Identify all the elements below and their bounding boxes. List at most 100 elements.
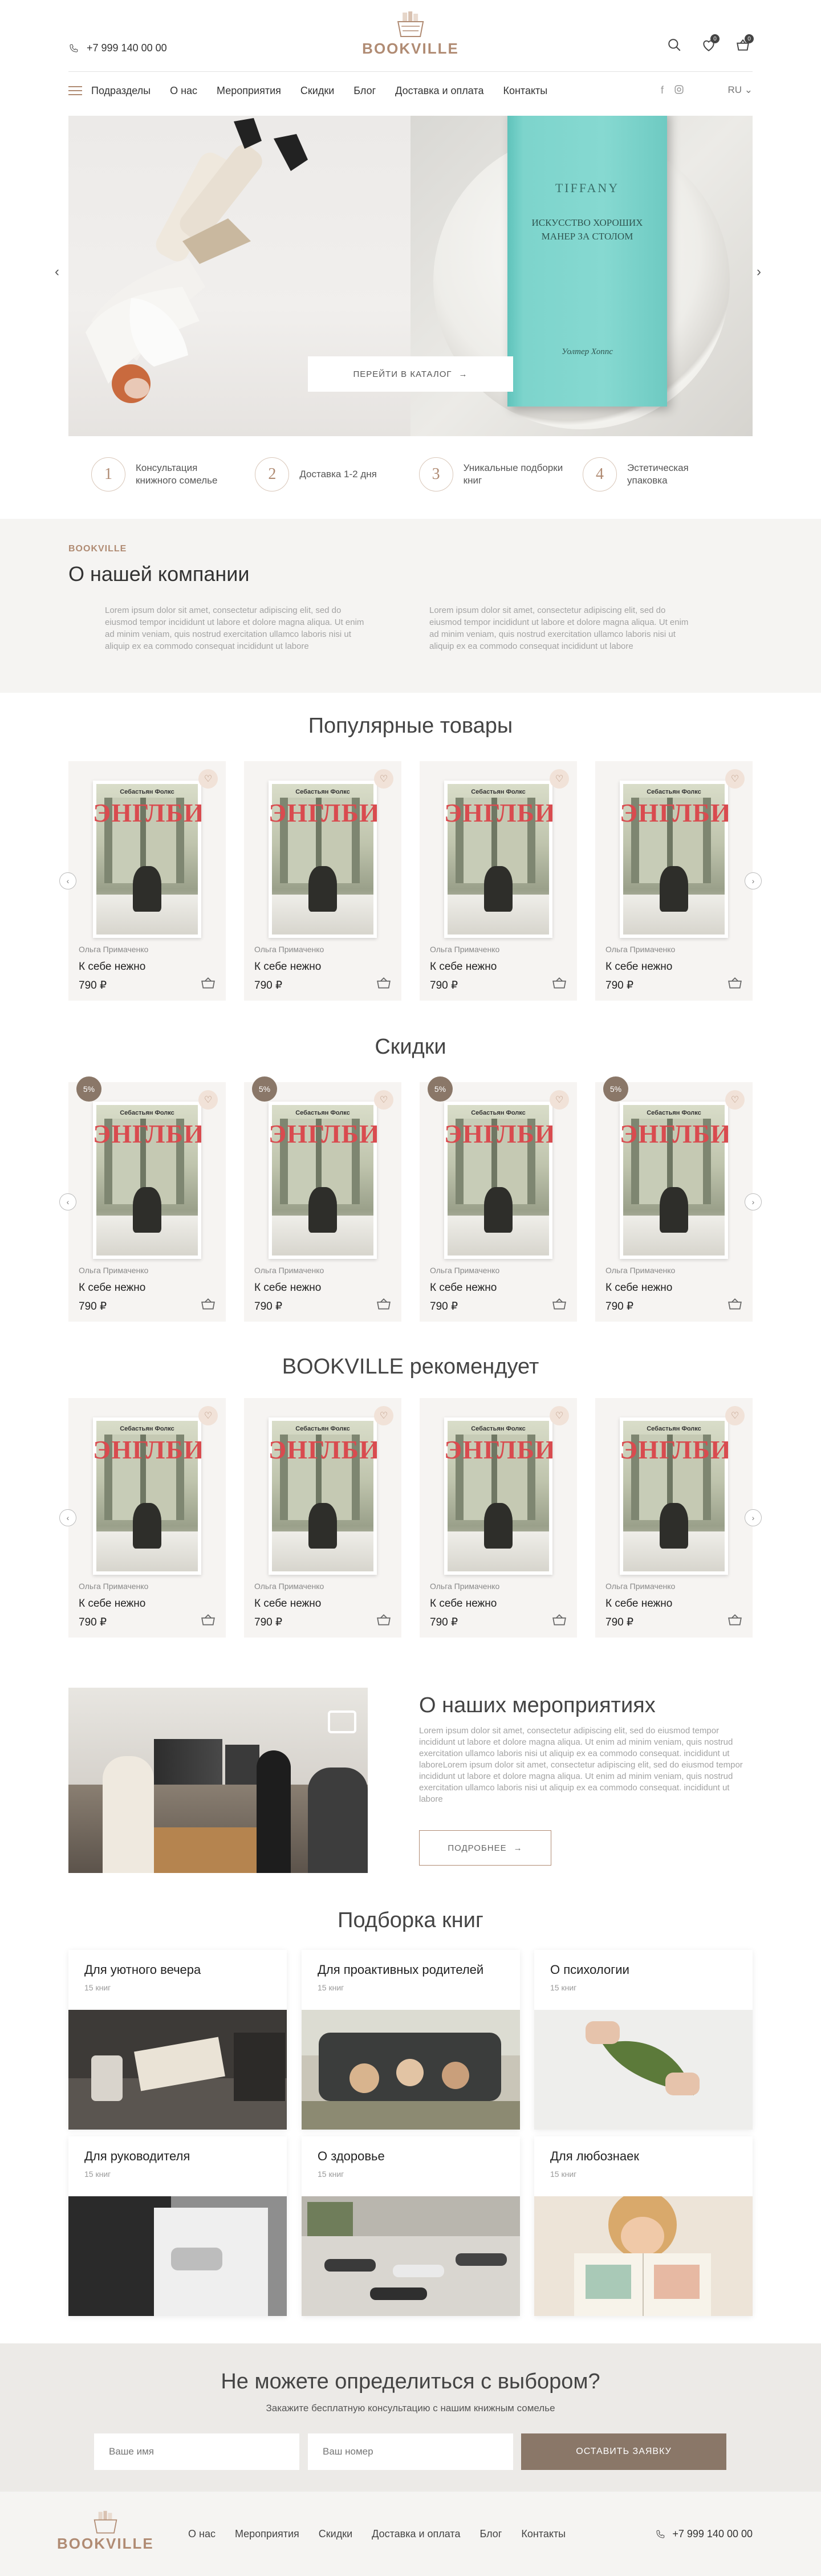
add-to-cart-icon[interactable] <box>376 977 391 989</box>
product-title[interactable]: К себе нежно <box>254 961 321 973</box>
product-card[interactable]: Себастьян Фолкс ЭНГЛБИ ♡ Ольга Примаченко К … <box>68 761 226 1001</box>
footer-nav-about[interactable]: О нас <box>188 2528 216 2540</box>
product-title[interactable]: К себе нежно <box>605 1598 672 1610</box>
product-card[interactable]: Себастьян Фолкс ЭНГЛБИ ♡ Ольга Примаченко К … <box>68 1398 226 1638</box>
nav-item-delivery[interactable]: Доставка и оплата <box>395 85 483 97</box>
hero-prev-arrow[interactable]: ‹ <box>55 264 59 280</box>
product-title[interactable]: К себе нежно <box>254 1598 321 1610</box>
add-to-cart-icon[interactable] <box>552 1614 567 1626</box>
add-to-cart-icon[interactable] <box>201 1298 216 1310</box>
favorite-heart-icon[interactable]: ♡ <box>374 769 393 789</box>
product-title[interactable]: К себе нежно <box>254 1282 321 1294</box>
add-to-cart-icon[interactable] <box>727 1614 742 1626</box>
book-cover[interactable]: Себастьян Фолкс ЭНГЛБИ <box>269 781 377 938</box>
footer-logo[interactable]: BOOKVILLE <box>57 2510 154 2553</box>
product-card[interactable]: Себастьян Фолкс ЭНГЛБИ ♡ Ольга Примаченко К … <box>244 761 401 1001</box>
book-cover[interactable]: Себастьян Фолкс ЭНГЛБИ <box>269 1417 377 1575</box>
discounts-next-arrow[interactable]: › <box>745 1193 762 1210</box>
events-more-button[interactable]: ПОДРОБНЕЕ → <box>419 1830 551 1866</box>
add-to-cart-icon[interactable] <box>552 977 567 989</box>
footer-nav-blog[interactable]: Блог <box>479 2528 502 2540</box>
collection-card-health[interactable]: О здоровье 15 книг <box>302 2136 520 2316</box>
phone-input[interactable] <box>308 2433 513 2470</box>
cart-button[interactable]: 0 <box>733 34 754 55</box>
book-cover[interactable]: Себастьян Фолкс ЭНГЛБИ <box>93 1102 201 1259</box>
product-card[interactable]: Себастьян Фолкс ЭНГЛБИ ♡ Ольга Примаченко К … <box>420 1398 577 1638</box>
product-title[interactable]: К себе нежно <box>605 961 672 973</box>
favorite-heart-icon[interactable]: ♡ <box>198 1090 218 1110</box>
add-to-cart-icon[interactable] <box>376 1298 391 1310</box>
book-cover[interactable]: Себастьян Фолкс ЭНГЛБИ <box>620 781 728 938</box>
recommends-prev-arrow[interactable]: ‹ <box>59 1509 76 1526</box>
nav-item-events[interactable]: Мероприятия <box>217 85 281 97</box>
add-to-cart-icon[interactable] <box>376 1614 391 1626</box>
add-to-cart-icon[interactable] <box>201 977 216 989</box>
favorite-heart-icon[interactable]: ♡ <box>550 769 569 789</box>
header-phone[interactable]: +7 999 140 00 00 <box>68 42 167 54</box>
add-to-cart-icon[interactable] <box>727 977 742 989</box>
name-input[interactable] <box>94 2433 299 2470</box>
book-cover[interactable]: Себастьян Фолкс ЭНГЛБИ <box>444 1102 552 1259</box>
product-card[interactable]: 5% Себастьян Фолкс ЭНГЛБИ ♡ Ольга Примаченко… <box>68 1076 226 1322</box>
nav-item-discounts[interactable]: Скидки <box>300 85 334 97</box>
favorite-heart-icon[interactable]: ♡ <box>725 1090 745 1110</box>
collection-card-managers[interactable]: Для руководителя 15 книг <box>68 2136 287 2316</box>
collection-card-psychology[interactable]: О психологии 15 книг <box>534 1950 753 2130</box>
favorites-button[interactable]: 0 <box>699 34 720 55</box>
book-cover[interactable]: Себастьян Фолкс ЭНГЛБИ <box>444 781 552 938</box>
nav-item-subsections[interactable]: Подразделы <box>91 85 151 97</box>
logo[interactable]: BOOKVILLE <box>362 10 459 58</box>
collection-card-curious[interactable]: Для любознаек 15 книг <box>534 2136 753 2316</box>
nav-item-blog[interactable]: Блог <box>353 85 376 97</box>
product-card[interactable]: Себастьян Фолкс ЭНГЛБИ ♡ Ольга Примаченко К … <box>595 1398 753 1638</box>
product-card[interactable]: Себастьян Фолкс ЭНГЛБИ ♡ Ольга Примаченко К … <box>244 1398 401 1638</box>
product-card[interactable]: 5% Себастьян Фолкс ЭНГЛБИ ♡ Ольга Примаченко… <box>595 1076 753 1322</box>
collection-card-parents[interactable]: Для проактивных родителей 15 книг <box>302 1950 520 2130</box>
product-title[interactable]: К себе нежно <box>79 961 145 973</box>
book-cover[interactable]: Себастьян Фолкс ЭНГЛБИ <box>444 1417 552 1575</box>
favorite-heart-icon[interactable]: ♡ <box>374 1406 393 1425</box>
book-cover[interactable]: Себастьян Фолкс ЭНГЛБИ <box>620 1417 728 1575</box>
product-card[interactable]: 5% Себастьян Фолкс ЭНГЛБИ ♡ Ольга Примаченко… <box>420 1076 577 1322</box>
favorite-heart-icon[interactable]: ♡ <box>198 1406 218 1425</box>
submit-request-button[interactable]: ОСТАВИТЬ ЗАЯВКУ <box>521 2433 726 2470</box>
footer-nav-delivery[interactable]: Доставка и оплата <box>372 2528 460 2540</box>
nav-item-contacts[interactable]: Контакты <box>503 85 547 97</box>
recommends-next-arrow[interactable]: › <box>745 1509 762 1526</box>
header-phone-text[interactable]: +7 999 140 00 00 <box>87 42 167 54</box>
favorite-heart-icon[interactable]: ♡ <box>198 769 218 789</box>
book-cover[interactable]: Себастьян Фолкс ЭНГЛБИ <box>269 1102 377 1259</box>
product-title[interactable]: К себе нежно <box>79 1282 145 1294</box>
favorite-heart-icon[interactable]: ♡ <box>725 1406 745 1425</box>
favorite-heart-icon[interactable]: ♡ <box>374 1090 393 1110</box>
footer-nav-discounts[interactable]: Скидки <box>319 2528 352 2540</box>
product-card[interactable]: Себастьян Фолкс ЭНГЛБИ ♡ Ольга Примаченко К … <box>420 761 577 1001</box>
add-to-cart-icon[interactable] <box>552 1298 567 1310</box>
book-cover[interactable]: Себастьян Фолкс ЭНГЛБИ <box>620 1102 728 1259</box>
book-cover[interactable]: Себастьян Фолкс ЭНГЛБИ <box>93 1417 201 1575</box>
product-title[interactable]: К себе нежно <box>79 1598 145 1610</box>
favorite-heart-icon[interactable]: ♡ <box>550 1090 569 1110</box>
collection-card-cozy[interactable]: Для уютного вечера 15 книг <box>68 1950 287 2130</box>
footer-nav-contacts[interactable]: Контакты <box>521 2528 566 2540</box>
search-button[interactable] <box>665 35 684 55</box>
instagram-icon[interactable] <box>674 84 684 95</box>
discounts-prev-arrow[interactable]: ‹ <box>59 1193 76 1210</box>
product-title[interactable]: К себе нежно <box>430 961 497 973</box>
product-card[interactable]: 5% Себастьян Фолкс ЭНГЛБИ ♡ Ольга Примаченко… <box>244 1076 401 1322</box>
footer-phone[interactable]: +7 999 140 00 00 <box>655 2528 753 2540</box>
product-title[interactable]: К себе нежно <box>430 1598 497 1610</box>
language-select[interactable]: RU ⌄ <box>727 84 753 96</box>
hero-next-arrow[interactable]: › <box>757 264 761 280</box>
favorite-heart-icon[interactable]: ♡ <box>550 1406 569 1425</box>
facebook-icon[interactable]: f <box>661 84 664 96</box>
footer-nav-events[interactable]: Мероприятия <box>235 2528 299 2540</box>
product-card[interactable]: Себастьян Фолкс ЭНГЛБИ ♡ Ольга Примаченко К … <box>595 761 753 1001</box>
product-title[interactable]: К себе нежно <box>605 1282 672 1294</box>
popular-prev-arrow[interactable]: ‹ <box>59 872 76 889</box>
popular-next-arrow[interactable]: › <box>745 872 762 889</box>
book-cover[interactable]: Себастьян Фолкс ЭНГЛБИ <box>93 781 201 938</box>
catalog-button[interactable]: ПЕРЕЙТИ В КАТАЛОГ → <box>308 356 513 392</box>
favorite-heart-icon[interactable]: ♡ <box>725 769 745 789</box>
nav-item-about[interactable]: О нас <box>170 85 197 97</box>
